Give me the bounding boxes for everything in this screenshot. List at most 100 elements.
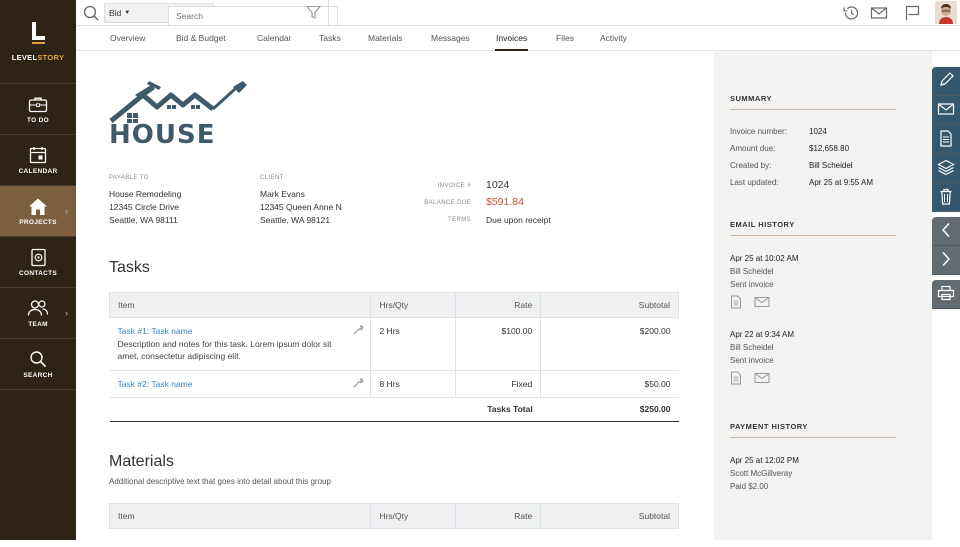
tab-tasks[interactable]: Tasks [319, 33, 341, 43]
sidebar-item-team[interactable]: TEAM › [0, 288, 76, 339]
mail-icon [937, 102, 955, 118]
summary-value: Apr 25 at 9:55 AM [809, 178, 874, 187]
edit-button[interactable] [932, 67, 960, 96]
summary-heading: SUMMARY [730, 94, 772, 103]
table-row: Task #1: Task name Description and notes… [109, 317, 679, 371]
search-scope-value[interactable]: Bid ▼ [109, 6, 139, 20]
document-icon[interactable] [730, 371, 742, 387]
balance-due-value: $591.84 [486, 196, 524, 208]
terms-label: TERMS [448, 217, 471, 223]
entry-author: Scott McGillveray [730, 469, 793, 478]
tab-bid-budget[interactable]: Bid & Budget [176, 33, 226, 43]
summary-label: Invoice number: [730, 127, 787, 136]
task-description: Description and notes for this task. Lor… [117, 338, 332, 362]
payment-history-heading: PAYMENT HISTORY [730, 422, 808, 431]
divider [730, 437, 896, 438]
house-company-logo: HOUSE [109, 79, 251, 151]
client-line: 12345 Queen Anne N [260, 202, 342, 212]
column-header: Item [108, 292, 372, 318]
entry-date: Apr 25 at 12:02 PM [730, 456, 799, 465]
tab-activity[interactable]: Activity [600, 33, 627, 43]
payable-to-line: Seattle, WA 98111 [109, 215, 178, 225]
payment-history-entry: Apr 25 at 12:02 PM Scott McGillveray Pai… [730, 454, 799, 493]
wrench-icon[interactable] [353, 324, 364, 335]
tab-invoices[interactable]: Invoices [494, 33, 529, 51]
sidebar-item-calendar[interactable]: CALENDAR [0, 135, 76, 186]
divider [328, 0, 329, 26]
summary-value: 1024 [809, 127, 827, 136]
entry-date: Apr 22 at 9:34 AM [730, 330, 795, 339]
action-rail [932, 67, 960, 309]
chevron-right-icon: › [65, 206, 68, 216]
tasks-total-value: $250.00 [540, 397, 679, 422]
email-entry-actions [730, 295, 770, 311]
task-name-link[interactable]: Task #2: Task name [118, 378, 363, 391]
home-icon [27, 196, 49, 216]
column-header: Subtotal [540, 503, 679, 529]
task-name-link[interactable]: Task #1: Task name [118, 325, 363, 338]
pencil-icon [938, 72, 954, 90]
task-item-cell: Task #2: Task name [109, 370, 372, 398]
entry-date: Apr 25 at 10:02 AM [730, 254, 799, 263]
entry-author: Bill Scheidel [730, 267, 774, 276]
chevron-left-icon [941, 222, 951, 240]
levelstory-logo[interactable]: LEVELSTORY [0, 0, 76, 84]
sidebar-item-search[interactable]: SEARCH [0, 339, 76, 390]
wrench-icon[interactable] [353, 377, 364, 388]
summary-value: $12,658.80 [809, 144, 850, 153]
mail-icon[interactable] [754, 371, 770, 387]
sidebar-item-projects[interactable]: PROJECTS › [0, 186, 76, 237]
sidebar-item-label: CONTACTS [18, 270, 58, 277]
tab-files[interactable]: Files [556, 33, 574, 43]
filter-icon[interactable] [305, 5, 322, 20]
search-icon[interactable] [82, 4, 100, 22]
mail-icon[interactable] [754, 295, 770, 311]
email-invoice-button[interactable] [932, 96, 960, 125]
document-icon[interactable] [730, 295, 742, 311]
materials-section-title: Materials [109, 453, 174, 470]
previous-button[interactable] [932, 217, 960, 246]
briefcase-icon [27, 94, 49, 114]
tab-overview[interactable]: Overview [110, 33, 145, 43]
materials-table: Item Hrs/Qty Rate Subtotal [108, 503, 679, 529]
next-button[interactable] [932, 246, 960, 275]
divider [730, 235, 896, 236]
sidebar: LEVELSTORY TO DO CALENDAR PROJECTS › CON… [0, 0, 76, 540]
payable-to-line: House Remodeling [109, 189, 182, 199]
delete-button[interactable] [932, 183, 960, 212]
print-button[interactable] [932, 280, 960, 309]
tab-messages[interactable]: Messages [431, 33, 470, 43]
payable-to-label: PAYABLE TO [109, 175, 149, 181]
house-logo-text: HOUSE [109, 120, 216, 150]
tasks-table: Item Hrs/Qty Rate Subtotal Task #1: Task… [108, 292, 679, 422]
flag-icon[interactable] [904, 5, 922, 21]
search-scope-select[interactable]: Bid ▼ [104, 3, 338, 26]
table-row: Task #2: Task name 8 Hrs Fixed $50.00 [109, 370, 679, 398]
tab-materials[interactable]: Materials [368, 33, 402, 43]
task-subtotal: $50.00 [540, 370, 679, 398]
sidebar-item-contacts[interactable]: CONTACTS [0, 237, 76, 288]
mail-icon[interactable] [870, 5, 888, 21]
column-header: Subtotal [540, 292, 679, 318]
tasks-total-row: Tasks Total $250.00 [109, 397, 679, 422]
sidebar-item-todo[interactable]: TO DO [0, 84, 76, 135]
sidebar-item-label: PROJECTS [19, 219, 57, 226]
invoice-number-value: 1024 [486, 179, 510, 191]
client-line: Seattle, WA 98121 [260, 215, 331, 225]
entry-action: Sent invoice [730, 356, 774, 365]
trash-icon [939, 188, 953, 207]
user-avatar[interactable] [935, 1, 957, 24]
column-header: Hrs/Qty [370, 503, 457, 529]
client-label: CLIENT [260, 175, 284, 181]
task-rate: $100.00 [455, 317, 542, 371]
email-history-heading: EMAIL HISTORY [730, 220, 795, 229]
summary-value: Bill Scheidel [809, 161, 853, 170]
client-line: Mark Evans [260, 189, 305, 199]
layers-button[interactable] [932, 154, 960, 183]
view-document-button[interactable] [932, 125, 960, 154]
team-icon [27, 298, 49, 318]
sidebar-item-label: CALENDAR [18, 168, 58, 175]
tab-calendar[interactable]: Calendar [257, 33, 292, 43]
history-icon[interactable] [842, 5, 860, 21]
chevron-right-icon: › [65, 308, 68, 318]
